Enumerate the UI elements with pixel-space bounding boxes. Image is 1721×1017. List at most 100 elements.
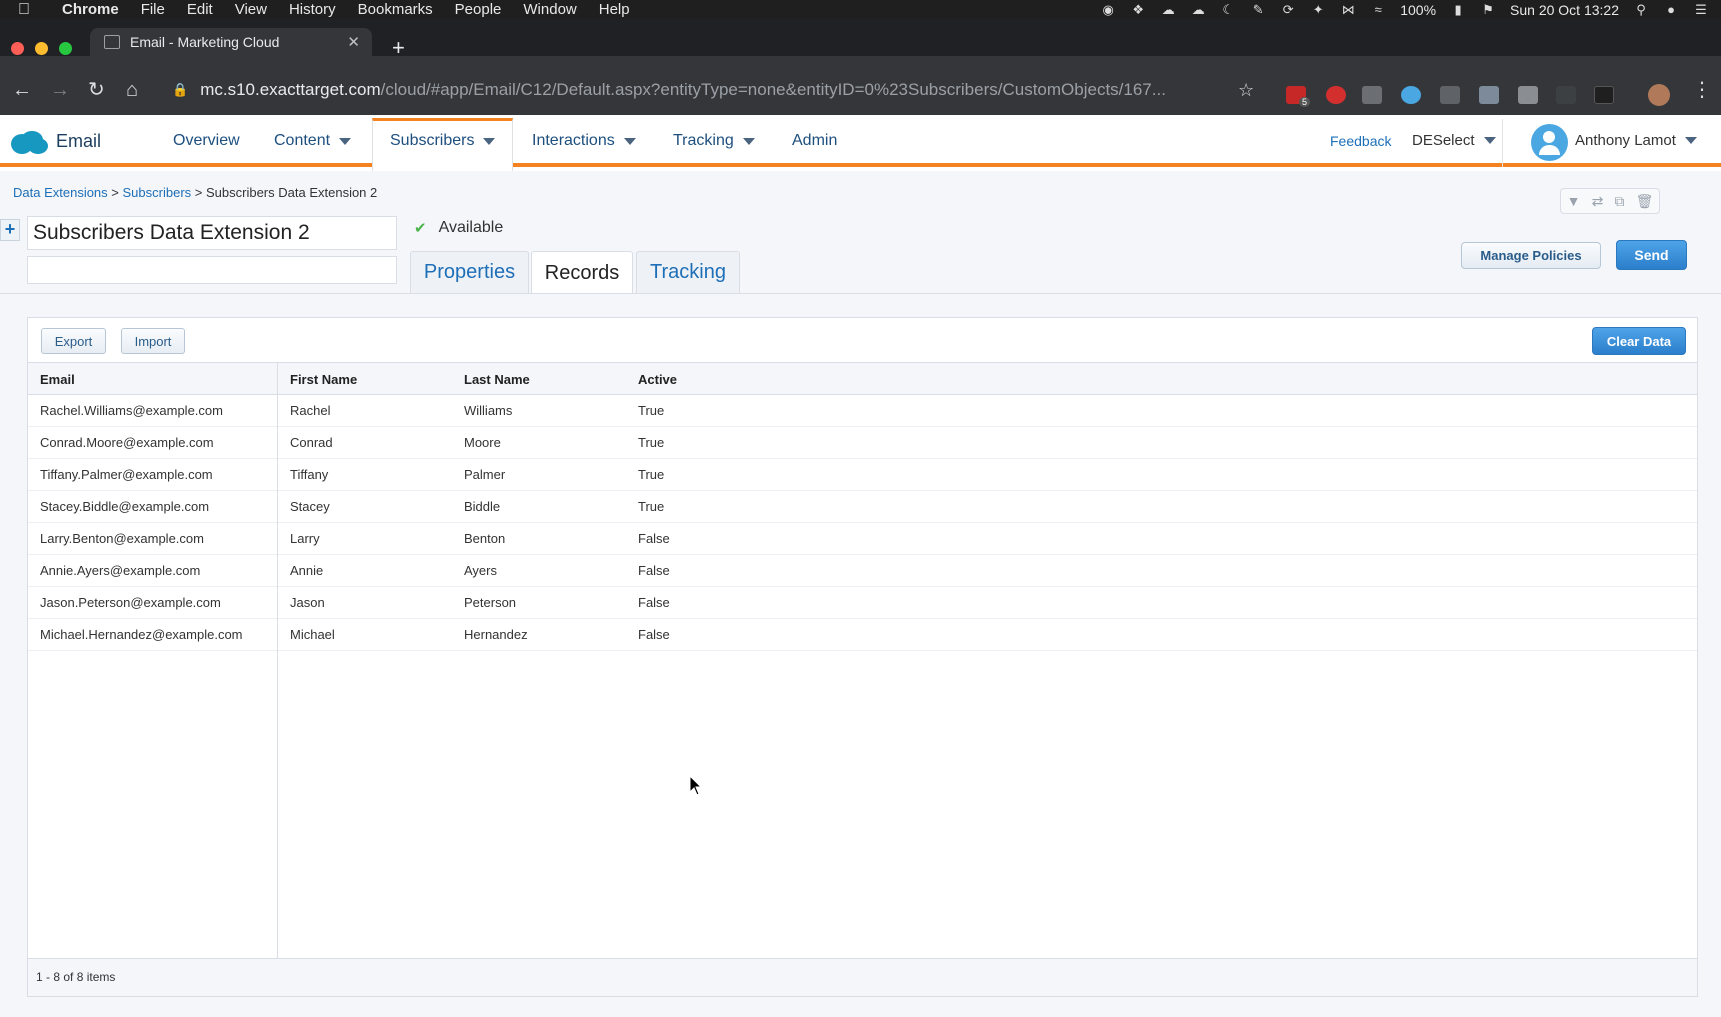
apple-menu-icon[interactable]:  (18, 1, 40, 19)
move-icon[interactable]: ⇄ (1592, 193, 1604, 210)
menu-history[interactable]: History (289, 1, 336, 18)
record-icon[interactable]: ◉ (1100, 2, 1116, 17)
column-separator (277, 362, 278, 958)
window-close-button[interactable] (11, 42, 24, 55)
menu-bookmarks[interactable]: Bookmarks (358, 1, 433, 18)
tab-properties[interactable]: Properties (410, 251, 529, 293)
table-row[interactable] (28, 395, 1697, 427)
cell-email: Rachel.Williams@example.com (40, 403, 223, 418)
cloud-sync-icon[interactable]: ☁ (1190, 2, 1206, 17)
cell-active: True (638, 435, 665, 450)
tab-tracking[interactable]: Tracking (636, 251, 740, 293)
cloud-upload-icon[interactable]: ☁ (1160, 2, 1176, 17)
battery-icon[interactable]: ▮ (1450, 2, 1466, 17)
column-header-active[interactable]: Active (638, 372, 677, 387)
salesforce-cloud-icon[interactable] (10, 130, 48, 155)
sync-icon[interactable]: ⟳ (1280, 2, 1296, 17)
menu-view[interactable]: View (235, 1, 267, 18)
add-folder-button[interactable]: + (0, 219, 20, 241)
nav-tracking[interactable]: Tracking (673, 132, 755, 150)
table-row[interactable] (28, 427, 1697, 459)
evernote-icon[interactable]: ✎ (1250, 2, 1266, 17)
profile-avatar-icon[interactable] (1648, 84, 1670, 106)
back-arrow-icon[interactable]: ← (12, 80, 32, 100)
wifi-icon[interactable]: ≈ (1370, 2, 1386, 17)
manage-policies-button[interactable]: Manage Policies (1461, 242, 1601, 269)
menu-datetime[interactable]: Sun 20 Oct 13:22 (1510, 2, 1619, 18)
deselect-menu[interactable]: DESelect (1412, 132, 1496, 149)
app-name[interactable]: Email (56, 131, 101, 152)
column-header-last-name[interactable]: Last Name (464, 372, 530, 387)
menu-help[interactable]: Help (599, 1, 630, 18)
home-icon[interactable]: ⌂ (126, 80, 138, 100)
address-bar[interactable]: 🔒 mc.s10.exacttarget.com/cloud/#app/Emai… (172, 74, 1266, 106)
nav-overview[interactable]: Overview (173, 132, 240, 150)
cell-first-name: Jason (290, 595, 325, 610)
notification-center-icon[interactable]: ☰ (1693, 2, 1709, 17)
user-menu[interactable]: Anthony Lamot (1575, 132, 1697, 149)
cell-last-name: Peterson (464, 595, 517, 610)
menu-window[interactable]: Window (523, 1, 576, 18)
table-row[interactable] (28, 587, 1697, 619)
moon-icon[interactable]: ☾ (1220, 2, 1236, 17)
copy-icon[interactable]: ⧉ (1614, 193, 1624, 210)
data-extension-description-field[interactable] (27, 256, 397, 284)
extension-hand-icon[interactable] (1556, 86, 1576, 104)
trash-icon[interactable]: 🗑 (1636, 193, 1654, 210)
extension-grid-icon[interactable] (1440, 86, 1460, 104)
bluetooth-icon[interactable]: ⋈ (1340, 2, 1356, 17)
user-avatar[interactable] (1531, 124, 1568, 161)
tab-records[interactable]: Records (531, 251, 633, 294)
chevron-down-icon (1684, 137, 1697, 144)
extension-dark-icon[interactable] (1594, 86, 1614, 104)
browser-tab[interactable]: Email - Marketing Cloud ✕ (90, 28, 372, 56)
breadcrumb-subscribers[interactable]: Subscribers (123, 185, 192, 200)
extension-stop-icon[interactable] (1326, 86, 1346, 104)
table-row[interactable] (28, 619, 1697, 651)
bookmark-star-icon[interactable]: ☆ (1238, 80, 1254, 100)
nav-content[interactable]: Content (274, 132, 352, 150)
column-header-email[interactable]: Email (40, 372, 75, 387)
cell-last-name: Benton (464, 531, 506, 546)
flag-fr-icon[interactable]: ⚑ (1480, 2, 1496, 17)
data-extension-name-field[interactable]: Subscribers Data Extension 2 (27, 216, 397, 250)
tab-close-icon[interactable]: ✕ (347, 33, 360, 51)
deselect-label: DESelect (1412, 132, 1475, 149)
spotlight-search-icon[interactable]: ⚲ (1633, 2, 1649, 17)
extension-c-icon[interactable] (1518, 86, 1538, 104)
clear-data-button[interactable]: Clear Data (1592, 327, 1686, 355)
window-zoom-button[interactable] (59, 42, 72, 55)
breadcrumb-data-extensions[interactable]: Data Extensions (13, 185, 108, 200)
column-header-first-name[interactable]: First Name (290, 372, 357, 387)
window-minimize-button[interactable] (35, 42, 48, 55)
import-button[interactable]: Import (121, 328, 185, 354)
send-button[interactable]: Send (1616, 240, 1687, 270)
new-tab-button[interactable]: + (392, 37, 405, 59)
menu-file[interactable]: File (141, 1, 165, 18)
export-button[interactable]: Export (41, 328, 106, 354)
nav-admin[interactable]: Admin (792, 132, 837, 150)
extension-chart-icon[interactable] (1479, 86, 1499, 104)
table-row[interactable] (28, 491, 1697, 523)
extension-salesforce-icon[interactable] (1401, 86, 1421, 104)
cell-active: False (638, 531, 670, 546)
chrome-menu-icon[interactable]: ⋮ (1692, 80, 1712, 100)
filter-icon[interactable]: ▼ (1567, 193, 1581, 209)
nav-subscribers[interactable]: Subscribers (390, 132, 496, 150)
menu-app-name[interactable]: Chrome (62, 1, 119, 18)
butterfly-icon[interactable]: ✦ (1310, 2, 1326, 17)
nav-interactions[interactable]: Interactions (532, 132, 636, 150)
table-row[interactable] (28, 459, 1697, 491)
menu-edit[interactable]: Edit (187, 1, 213, 18)
siri-icon[interactable]: ● (1663, 2, 1679, 17)
table-row[interactable] (28, 523, 1697, 555)
menu-people[interactable]: People (455, 1, 502, 18)
dropbox-icon[interactable]: ❖ (1130, 2, 1146, 17)
cell-active: True (638, 403, 665, 418)
feedback-link[interactable]: Feedback (1330, 133, 1391, 149)
table-row[interactable] (28, 555, 1697, 587)
reload-icon[interactable]: ↻ (88, 80, 105, 100)
extension-search-icon[interactable] (1362, 86, 1382, 104)
forward-arrow-icon[interactable]: → (50, 80, 70, 100)
cell-last-name: Palmer (464, 467, 506, 482)
